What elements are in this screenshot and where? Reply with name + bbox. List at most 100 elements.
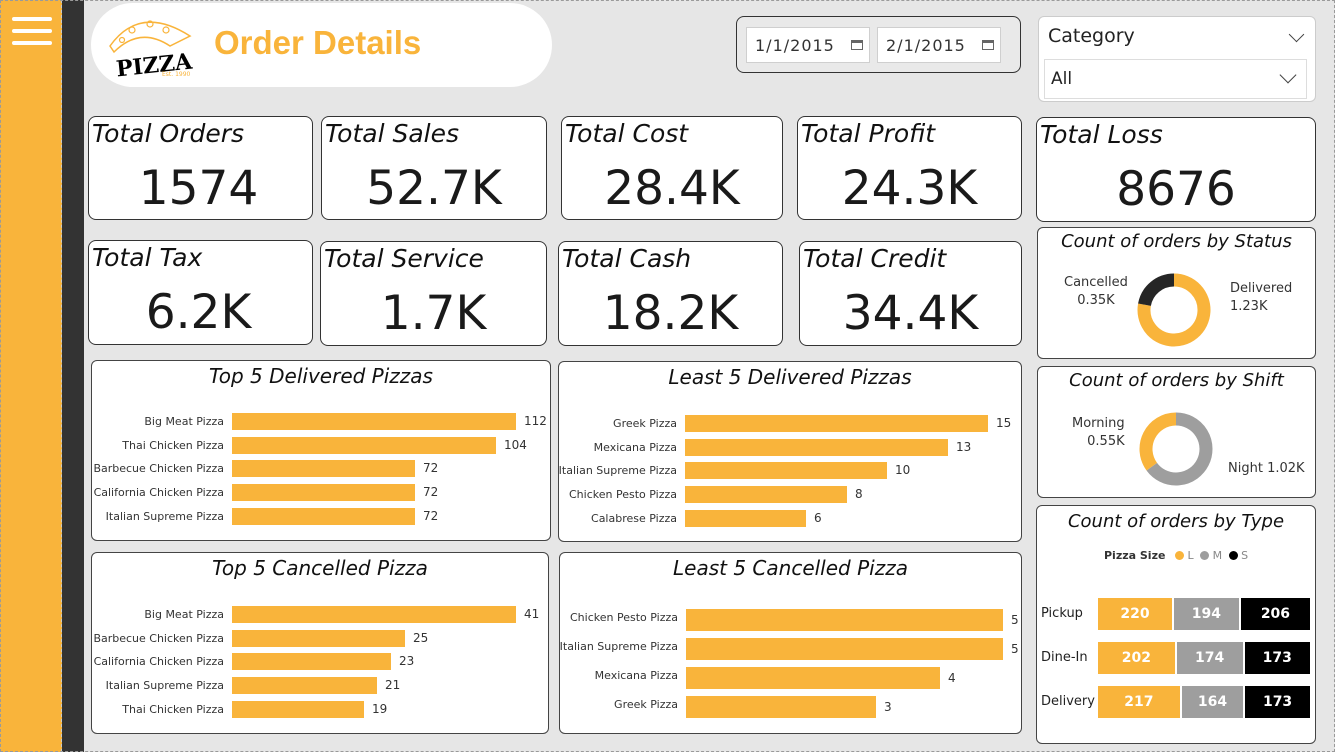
kpi-label: Total Sales [325,119,460,148]
bar[interactable] [232,436,496,454]
least-delivered-pizzas-chart: Least 5 Delivered Pizzas Greek Pizza 15 Me… [558,361,1022,542]
bar[interactable] [686,609,1003,631]
kpi-total-profit: Total Profit 24.3K [797,116,1022,220]
chart-title: Count of orders by Shift [1069,370,1284,391]
kpi-total-tax: Total Tax 6.2K [88,240,313,345]
bar-label: California Chicken Pizza [93,655,224,669]
legend: Pizza Size L M S [1104,549,1249,562]
stack-segment-s[interactable]: 206 [1239,597,1311,631]
kpi-total-service: Total Service 1.7K [320,241,547,346]
bar[interactable] [685,438,948,456]
bar-label: Barbecue Chicken Pizza [93,462,224,476]
page-title: Order Details [214,24,422,61]
chevron-down-icon[interactable] [1288,26,1305,43]
stack-segment-m[interactable]: 174 [1175,641,1244,675]
type-label: Pickup [1041,606,1083,621]
sidebar-divider [62,0,84,752]
kpi-label: Total Cost [565,119,689,148]
bar[interactable] [685,415,988,432]
status-donut [1137,273,1211,347]
stack-segment-l[interactable]: 220 [1097,597,1173,631]
stack-segment-m[interactable]: 164 [1180,685,1245,719]
kpi-label: Total Service [324,244,484,273]
bar[interactable] [232,677,377,695]
donut-slice-morning[interactable] [1139,412,1177,471]
bar-value: 13 [956,439,972,454]
stack-segment-s[interactable]: 173 [1244,685,1311,719]
bar[interactable] [685,486,847,504]
bar[interactable] [232,413,516,430]
category-label: Category [1048,25,1135,47]
kpi-total-loss: Total Loss 8676 [1036,117,1316,222]
bar[interactable] [232,653,391,671]
bar-label: Chicken Pesto Pizza [569,488,677,502]
kpi-value: 6.2K [145,285,252,340]
bar[interactable] [232,460,415,478]
bar-label: Thai Chicken Pizza [122,702,224,716]
bar[interactable] [686,667,940,689]
bar[interactable] [232,700,364,718]
bar-value: 15 [996,416,1012,430]
bar-value: 5 [1011,613,1019,627]
kpi-total-orders: Total Orders 1574 [88,116,313,220]
bar[interactable] [232,484,415,502]
kpi-value: 28.4K [604,161,740,216]
bar-label: Mexicana Pizza [594,669,678,682]
bar-label: Calabrese Pizza [591,511,677,525]
bar-value: 25 [413,630,429,645]
category-dropdown[interactable]: All [1044,59,1307,99]
kpi-value: 8676 [1116,162,1236,217]
bar-value: 5 [1011,642,1019,656]
kpi-label: Total Loss [1040,120,1163,149]
category-selected-value: All [1051,69,1073,89]
shift-donut [1139,412,1213,486]
end-date-input[interactable]: 2/1/2015 [877,27,1001,63]
kpi-value: 18.2K [602,286,739,341]
bar[interactable] [686,638,1003,660]
chevron-down-icon[interactable] [1279,66,1297,84]
chart-title: Top 5 Cancelled Pizza [212,556,428,580]
bar-label: Italian Supreme Pizza [559,640,678,653]
bar-value: 8 [855,487,863,502]
bar-value: 23 [399,654,415,669]
calendar-icon[interactable] [982,40,994,50]
pizza-logo: PIZZA Est. 1990 [100,6,194,84]
least-cancelled-pizza-chart: Least 5 Cancelled Pizza Chicken Pesto Pi… [559,552,1022,734]
kpi-value: 1.7K [380,286,487,341]
cancelled-label: Cancelled 0.35K [1064,275,1128,308]
morning-label: Morning 0.55K [1072,416,1125,449]
calendar-icon[interactable] [851,40,863,50]
svg-text:Est. 1990: Est. 1990 [162,71,191,78]
bar-label: Big Meat Pizza [144,415,224,428]
chart-title: Least 5 Cancelled Pizza [673,556,908,580]
bar[interactable] [232,606,516,623]
start-date-input[interactable]: 1/1/2015 [746,27,870,63]
bar-label: California Chicken Pizza [93,486,224,500]
bar[interactable] [685,462,887,480]
chart-title: Count of orders by Status [1061,231,1292,252]
kpi-label: Total Orders [92,119,245,148]
stack-segment-s[interactable]: 173 [1243,641,1311,675]
donut-slice-cancelled[interactable] [1138,273,1175,307]
chart-title: Top 5 Delivered Pizzas [209,364,433,388]
type-label: Dine-In [1041,650,1088,665]
end-date-value: 2/1/2015 [886,36,966,55]
bar[interactable] [232,507,415,525]
bar-label: Chicken Pesto Pizza [570,611,678,624]
bar-label: Italian Supreme Pizza [105,679,224,693]
stack-segment-m[interactable]: 194 [1172,597,1240,631]
bar-value: 112 [524,414,547,428]
hamburger-menu-icon[interactable] [0,10,62,50]
stack-segment-l[interactable]: 217 [1097,685,1181,719]
kpi-label: Total Cash [562,244,692,273]
kpi-total-cost: Total Cost 28.4K [561,116,783,220]
bar[interactable] [232,629,405,647]
legend-s: S [1241,549,1249,562]
chart-title: Least 5 Delivered Pizzas [668,365,912,389]
bar[interactable] [685,509,806,527]
kpi-value: 52.7K [366,161,502,216]
stack-segment-l[interactable]: 202 [1097,641,1176,675]
bar[interactable] [686,696,876,718]
bar-value: 6 [814,510,822,525]
bar-value: 72 [423,508,439,523]
